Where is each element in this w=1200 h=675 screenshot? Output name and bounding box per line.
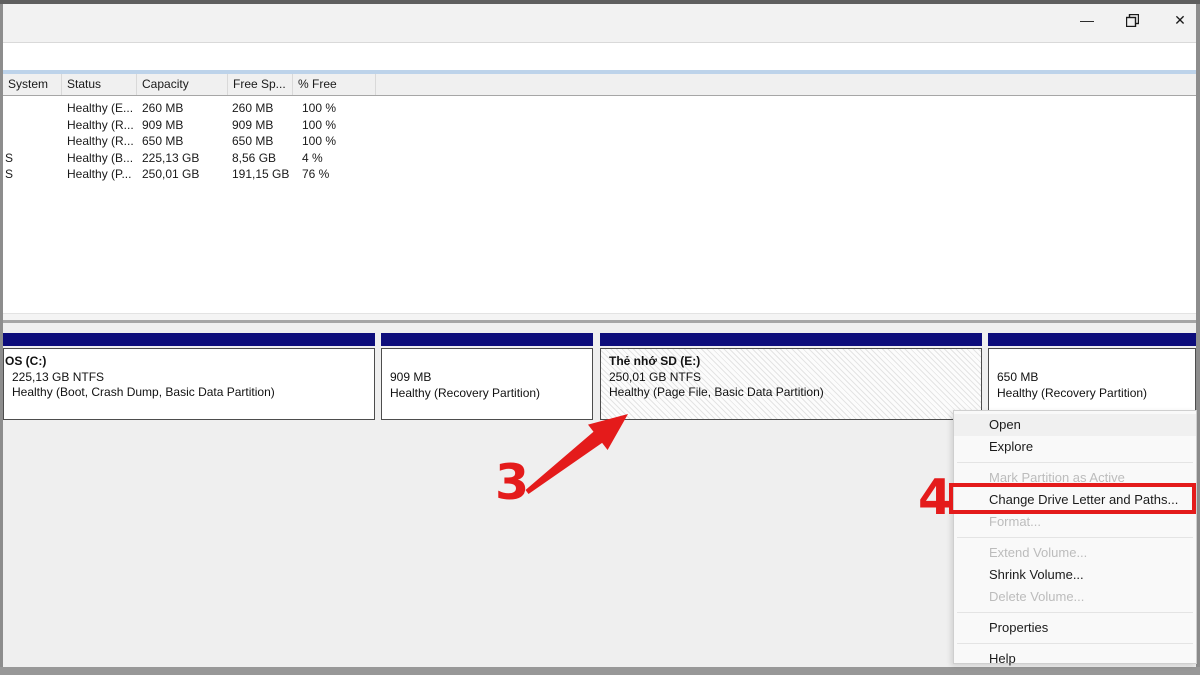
partition-title: Thẻ nhớ SD (E:) <box>609 354 701 368</box>
title-bar: — ✕ <box>3 4 1196 43</box>
column-header-pct-free[interactable]: % Free <box>293 74 376 95</box>
volume-row[interactable]: Healthy (R... 909 MB 909 MB 100 % <box>3 117 1196 134</box>
partition-size: 909 MB <box>390 370 432 384</box>
partition-status: Healthy (Page File, Basic Data Partition… <box>609 385 824 399</box>
volume-row[interactable]: Healthy (E... 260 MB 260 MB 100 % <box>3 100 1196 117</box>
volume-row[interactable]: S Healthy (P... 250,01 GB 191,15 GB 76 % <box>3 166 1196 183</box>
restore-button[interactable] <box>1115 7 1149 33</box>
volume-list: Healthy (E... 260 MB 260 MB 100 % Health… <box>3 96 1196 313</box>
volume-cell-fs: S <box>5 150 14 165</box>
volume-cell-capacity: 650 MB <box>142 134 184 148</box>
volume-cell-free: 8,56 GB <box>232 150 277 165</box>
volume-cell-free: 191,15 GB <box>232 167 290 181</box>
menu-separator <box>954 639 1196 648</box>
column-header-system[interactable]: System <box>3 74 62 95</box>
column-header-capacity[interactable]: Capacity <box>137 74 228 95</box>
partition-status: Healthy (Recovery Partition) <box>390 385 541 400</box>
toolbar-band <box>3 43 1196 70</box>
partition-status: Healthy (Recovery Partition) <box>997 385 1148 400</box>
menu-item-delete-volume: Delete Volume... <box>989 589 1085 604</box>
volume-cell-pct-free: 4 % <box>302 150 323 165</box>
minimize-icon: — <box>1080 12 1094 28</box>
partition-block-os-c[interactable]: OS (C:) 225,13 GB NTFS Healthy (Boot, Cr… <box>3 333 375 420</box>
volume-row[interactable]: S Healthy (B... 225,13 GB 8,56 GB 4 % <box>3 150 1196 167</box>
step4-number-label: 4 <box>918 469 953 526</box>
volume-cell-capacity: 250,01 GB <box>142 167 200 181</box>
menu-item-explore[interactable]: Explore <box>954 436 1196 458</box>
minimize-button[interactable]: — <box>1070 7 1104 33</box>
partition-status: Healthy (Boot, Crash Dump, Basic Data Pa… <box>12 385 275 399</box>
menu-item-properties[interactable]: Properties <box>954 617 1196 639</box>
volume-cell-pct-free: 100 % <box>302 101 337 115</box>
menu-item-format: Format... <box>989 514 1042 529</box>
menu-separator <box>954 458 1196 467</box>
volume-cell-pct-free: 100 % <box>302 134 337 148</box>
menu-item-extend-volume: Extend Volume... <box>989 545 1088 560</box>
partition-size: 225,13 GB NTFS <box>12 369 105 384</box>
volume-cell-capacity: 260 MB <box>142 101 184 115</box>
menu-item-help[interactable]: Help <box>954 648 1196 670</box>
volume-cell-status: Healthy (R... <box>67 117 134 132</box>
partition-title: OS (C:) <box>5 354 47 368</box>
menu-separator <box>954 608 1196 617</box>
volume-cell-status: Healthy (B... <box>67 150 134 165</box>
volume-cell-free: 260 MB <box>232 101 274 115</box>
volume-cell-capacity: 225,13 GB <box>142 150 200 165</box>
volume-cell-free: 909 MB <box>232 117 274 132</box>
volume-cell-pct-free: 76 % <box>302 167 330 181</box>
close-icon: ✕ <box>1174 12 1186 28</box>
partition-color-bar <box>3 333 375 346</box>
partition-context-menu: Open Explore Mark Partition as Active Ch… <box>953 410 1197 666</box>
partition-size: 250,01 GB NTFS <box>609 369 702 384</box>
menu-item-shrink-volume[interactable]: Shrink Volume... <box>954 564 1196 586</box>
volume-cell-free: 650 MB <box>232 134 274 148</box>
close-button[interactable]: ✕ <box>1163 7 1197 33</box>
menu-item-open[interactable]: Open <box>954 414 1196 436</box>
menu-separator <box>954 533 1196 542</box>
volume-row[interactable]: Healthy (R... 650 MB 650 MB 100 % <box>3 133 1196 150</box>
volume-cell-status: Healthy (P... <box>67 167 132 181</box>
partition-block-recovery-650[interactable]: 650 MB Healthy (Recovery Partition) <box>988 333 1196 420</box>
step4-highlight-box <box>949 483 1196 514</box>
partition-color-bar <box>988 333 1196 346</box>
volume-cell-capacity: 909 MB <box>142 117 184 132</box>
step3-number-label: 3 <box>495 454 530 511</box>
column-header-status[interactable]: Status <box>62 74 137 95</box>
volume-cell-fs: S <box>5 167 14 181</box>
volume-cell-pct-free: 100 % <box>302 117 337 132</box>
volume-list-header: System Status Capacity Free Sp... % Free <box>3 74 1196 96</box>
partition-color-bar <box>381 333 593 346</box>
restore-icon <box>1125 13 1139 27</box>
pane-divider[interactable] <box>3 313 1196 320</box>
column-header-free-space[interactable]: Free Sp... <box>228 74 293 95</box>
disk-management-screenshot: { "window": { "buttons": { "minimize_gly… <box>0 0 1200 675</box>
partition-size: 650 MB <box>997 370 1039 384</box>
volume-cell-status: Healthy (R... <box>67 134 134 148</box>
partition-color-bar <box>600 333 982 346</box>
volume-cell-status: Healthy (E... <box>67 101 134 115</box>
